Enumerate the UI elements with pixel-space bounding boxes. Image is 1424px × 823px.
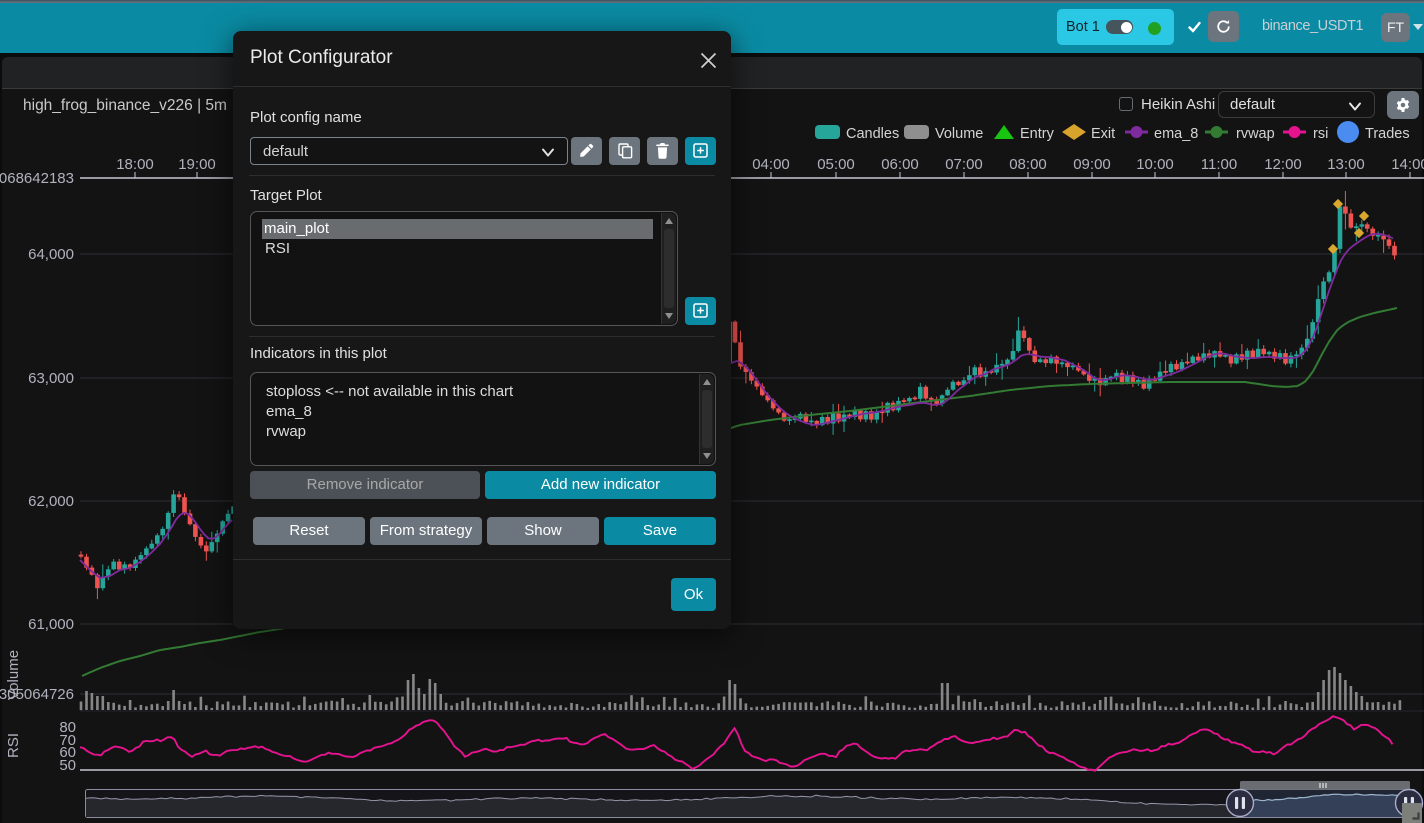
svg-text:07:00: 07:00 — [945, 156, 983, 173]
svg-text:05:00: 05:00 — [817, 156, 855, 173]
svg-text:08:00: 08:00 — [1009, 156, 1047, 173]
svg-text:Entry: Entry — [1020, 126, 1055, 142]
svg-text:09:00: 09:00 — [1073, 156, 1111, 173]
svg-text:19:00: 19:00 — [178, 156, 216, 173]
svg-text:068642183: 068642183 — [0, 170, 74, 187]
svg-text:RSI: RSI — [5, 733, 22, 758]
svg-text:50: 50 — [59, 757, 76, 774]
svg-text:Exit: Exit — [1091, 126, 1115, 142]
svg-text:13:00: 13:00 — [1327, 156, 1365, 173]
svg-text:04:00: 04:00 — [752, 156, 790, 173]
svg-text:rsi: rsi — [1313, 126, 1328, 142]
svg-text:high_frog_binance_v226 | 5m: high_frog_binance_v226 | 5m — [23, 97, 227, 114]
svg-text:18:00: 18:00 — [116, 156, 154, 173]
svg-text:06:00: 06:00 — [881, 156, 919, 173]
svg-text:Volume: Volume — [5, 650, 22, 700]
svg-text:rvwap: rvwap — [1236, 126, 1275, 142]
svg-text:11:00: 11:00 — [1201, 156, 1237, 173]
svg-text:12:00: 12:00 — [1264, 156, 1302, 173]
svg-text:63,000: 63,000 — [28, 370, 74, 387]
svg-text:14:00: 14:00 — [1391, 156, 1424, 173]
svg-text:62,000: 62,000 — [28, 493, 74, 510]
svg-text:64,000: 64,000 — [28, 246, 74, 263]
svg-text:10:00: 10:00 — [1136, 156, 1174, 173]
svg-text:Trades: Trades — [1365, 126, 1410, 142]
svg-text:ema_8: ema_8 — [1154, 126, 1198, 142]
svg-text:61,000: 61,000 — [28, 616, 74, 633]
svg-text:Volume: Volume — [935, 126, 983, 142]
svg-text:Candles: Candles — [846, 126, 899, 142]
